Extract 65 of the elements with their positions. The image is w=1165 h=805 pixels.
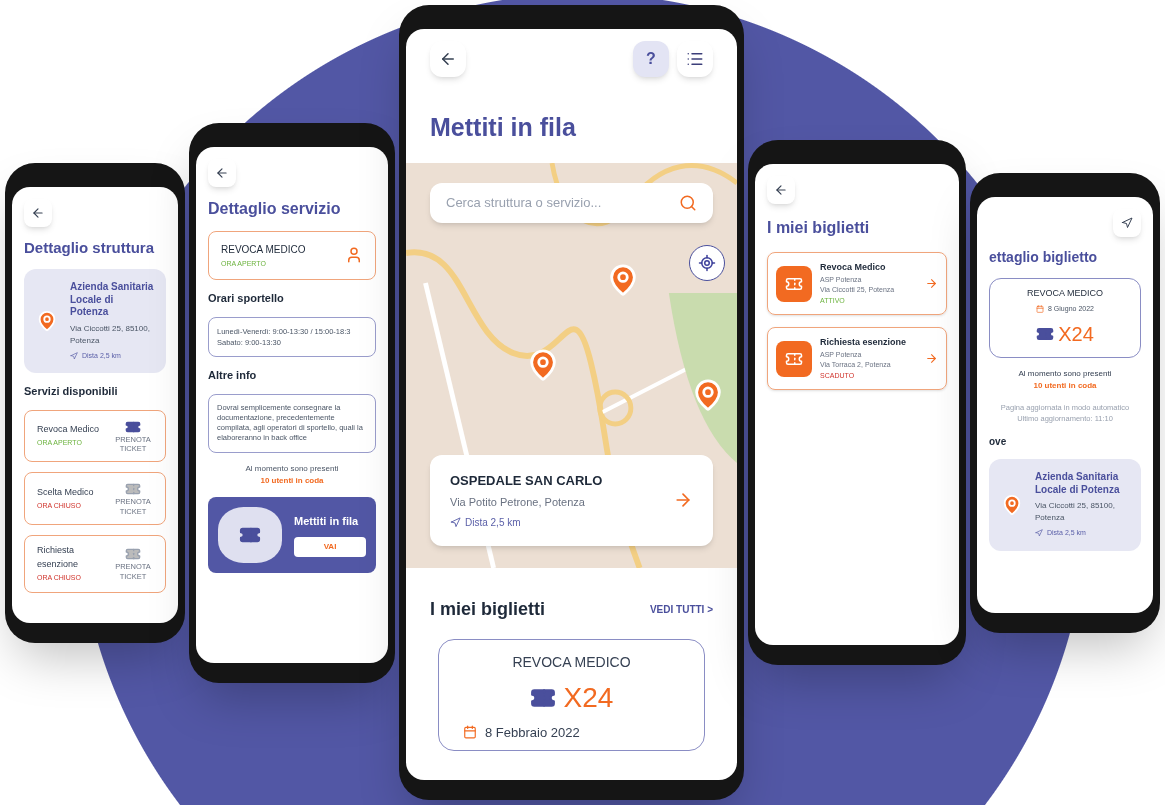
banner-title: Mettiti in fila <box>294 513 360 529</box>
back-button[interactable] <box>767 176 795 204</box>
ticket-name: Richiesta esenzione <box>820 336 908 349</box>
queue-count: 10 utenti in coda <box>260 474 324 487</box>
navigation-icon <box>1035 529 1043 538</box>
locate-icon <box>698 253 716 272</box>
queue-text: Al momento sono presenti <box>1018 367 1112 380</box>
distance-text: Dista 2,5 km <box>465 515 521 530</box>
back-icon <box>215 165 229 180</box>
ticket-service: REVOCA MEDICO <box>512 652 631 672</box>
back-icon <box>439 50 457 68</box>
screen-title: Dettaglio servizio <box>208 198 342 219</box>
back-button[interactable] <box>24 198 52 227</box>
place-name: Azienda Sanitaria Locale di Potenza <box>70 281 154 319</box>
section-title: Servizi disponibili <box>24 384 119 399</box>
send-button[interactable] <box>1113 208 1141 237</box>
calendar-icon <box>1036 305 1045 314</box>
help-button[interactable]: ? <box>633 41 669 77</box>
place-name: OSPEDALE SAN CARLO <box>450 471 603 490</box>
section-title: Altre info <box>208 368 258 383</box>
screen-title: Dettaglio struttura <box>24 237 155 258</box>
back-icon <box>774 183 788 197</box>
navigation-icon <box>70 351 78 360</box>
screen-title: ettaglio biglietto <box>989 247 1099 267</box>
section-title: Orari sportello <box>208 291 285 306</box>
screen-title: I miei biglietti <box>767 218 871 238</box>
place-address: Via Ciccotti 25, 85100, Potenza <box>1035 500 1116 524</box>
ticket-number: X24 <box>1058 321 1094 347</box>
map-pin-icon <box>36 310 58 332</box>
place-card[interactable]: OSPEDALE SAN CARLO Via Potito Petrone, Potenza Dista 2,5 km <box>430 454 713 546</box>
ticket-name: Revoca Medico <box>820 261 887 274</box>
arrow-right-icon <box>925 352 938 365</box>
calendar-icon <box>463 725 477 740</box>
back-button[interactable] <box>430 41 466 77</box>
back-button[interactable] <box>208 158 236 187</box>
navigation-icon <box>1121 216 1133 229</box>
place-address: Via Ciccotti 25, 85100, Potenza <box>70 322 151 347</box>
screen-title: Mettiti in fila <box>430 112 577 143</box>
navigation-icon <box>450 516 461 528</box>
arrow-right-icon <box>925 277 938 290</box>
ticket-number: X24 <box>563 680 614 715</box>
place-address: Via Potito Petrone, Potenza <box>450 495 586 510</box>
ticket-tile-icon <box>776 340 812 377</box>
back-icon <box>31 205 45 220</box>
see-all-link[interactable]: VEDI TUTTI > <box>649 601 713 617</box>
service-name: Revoca Medico <box>37 422 100 436</box>
ticket-tile-icon <box>776 265 812 302</box>
ticket-service: REVOCA MEDICO <box>1027 286 1103 300</box>
map-pin-icon <box>1001 493 1023 516</box>
queue-text: Al momento sono presenti <box>245 462 339 475</box>
service-name: Scelta Medico <box>37 485 94 499</box>
service-name: REVOCA MEDICO <box>221 242 306 257</box>
ticket-blob-icon <box>218 506 282 563</box>
section-title: ove <box>989 435 1008 449</box>
list-icon <box>686 50 704 68</box>
user-icon <box>345 246 363 265</box>
service-name: Richiesta esenzione <box>37 544 80 571</box>
menu-button[interactable] <box>677 41 713 77</box>
search-icon <box>679 193 697 212</box>
search-placeholder: Cerca struttura o servizio... <box>446 193 602 212</box>
ticket-card[interactable]: REVOCA MEDICO X24 8 Febbraio 2022 <box>438 638 705 751</box>
queue-count: 10 utenti in coda <box>1033 379 1097 392</box>
ticket-date: 8 Febbraio 2022 <box>485 723 580 742</box>
section-title: I miei biglietti <box>430 597 545 621</box>
place-name: Azienda Sanitaria Locale di Potenza <box>1035 471 1121 496</box>
